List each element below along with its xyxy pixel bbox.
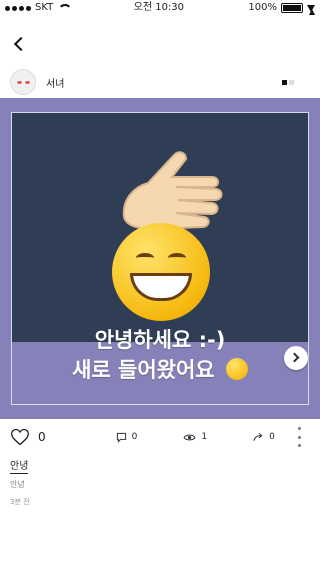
- author-row: 서녀: [0, 67, 320, 97]
- comment-count: 0: [131, 432, 138, 442]
- carrier-label: SKT: [35, 2, 54, 13]
- grinning-face-emoji: [112, 223, 210, 321]
- battery-percent: 100%: [248, 2, 277, 13]
- avatar[interactable]: [10, 69, 36, 95]
- share-button[interactable]: 0: [253, 432, 275, 442]
- post-media[interactable]: 안녕하세요 :-) 새로 들어왔어요: [0, 98, 320, 419]
- view-count: 1: [201, 432, 208, 442]
- overlay-line-2: 새로 들어왔어요: [72, 358, 215, 382]
- clock: 오전 10:30: [133, 2, 185, 13]
- like-count: 0: [38, 430, 46, 444]
- media-frame: 안녕하세요 :-) 새로 들어왔어요: [11, 112, 309, 405]
- raised-hand-emoji: [122, 151, 223, 231]
- chevron-right-icon: [289, 352, 300, 363]
- wifi-icon: [57, 4, 73, 12]
- views-stat: 1: [183, 432, 207, 442]
- eye-icon: [183, 434, 196, 440]
- more-options-icon[interactable]: [282, 79, 294, 85]
- heart-icon[interactable]: [10, 427, 30, 447]
- charging-icon: [307, 4, 315, 15]
- post-timestamp: 3분 전: [10, 498, 30, 506]
- comment-button[interactable]: 0: [116, 432, 138, 443]
- nav-bar: [0, 30, 320, 60]
- overlay-caption: 안녕하세요 :-) 새로 들어왔어요: [12, 325, 308, 385]
- next-image-button[interactable]: [284, 346, 308, 370]
- post-title: 안녕: [10, 457, 29, 474]
- comment-icon: [116, 432, 126, 443]
- status-right: 100%: [248, 0, 315, 16]
- post-body: 안녕: [10, 480, 25, 489]
- status-bar: SKT 오전 10:30 100%: [0, 0, 320, 16]
- actions-row: 0 0 1 0: [0, 424, 320, 450]
- overlay-line-2-wrap: 새로 들어왔어요: [12, 355, 308, 385]
- overlay-line-1: 안녕하세요 :-): [94, 328, 226, 352]
- share-count: 0: [269, 432, 275, 442]
- back-chevron-icon: [13, 36, 29, 52]
- status-left: SKT: [5, 0, 73, 16]
- author-name[interactable]: 서녀: [46, 75, 64, 90]
- smiling-face-emoji: [225, 358, 248, 380]
- kebab-icon[interactable]: [298, 427, 302, 447]
- back-button[interactable]: [12, 36, 29, 52]
- battery-icon: [281, 3, 303, 13]
- signal-icon: [5, 5, 31, 11]
- share-icon: [253, 432, 263, 441]
